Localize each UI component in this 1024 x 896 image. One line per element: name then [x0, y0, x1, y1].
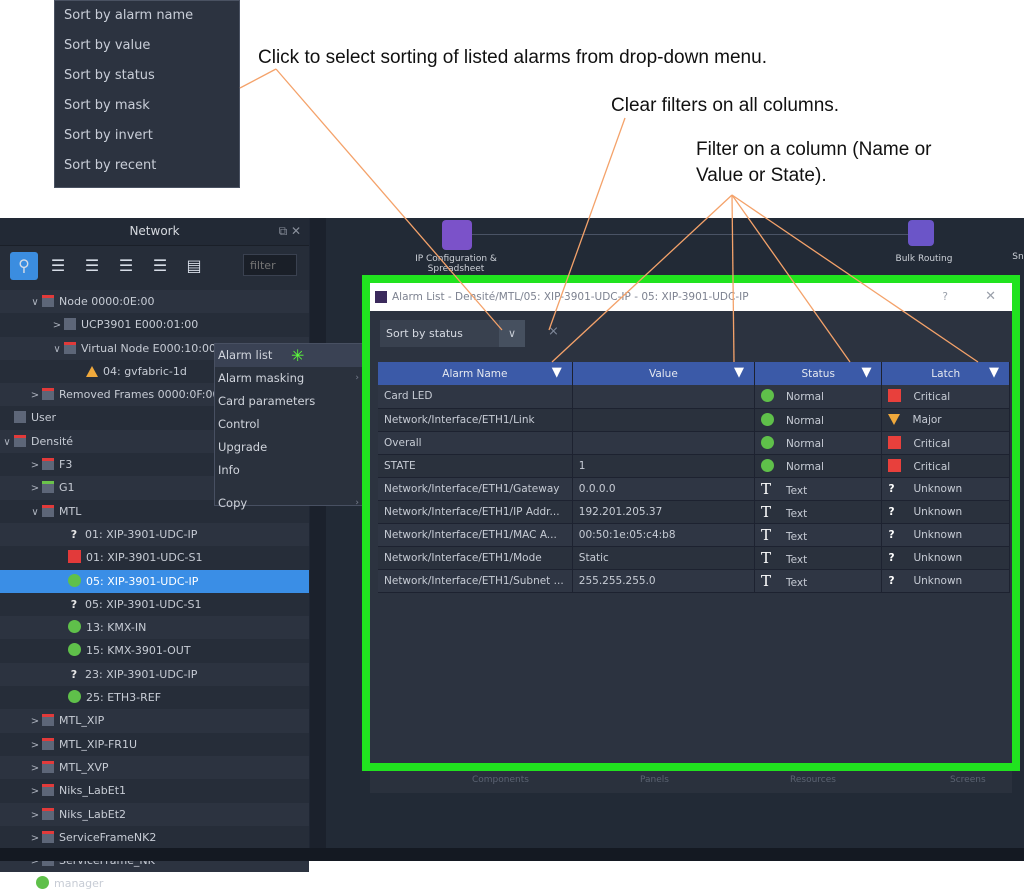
ok-icon	[36, 876, 49, 890]
callout-leader-lines	[239, 68, 979, 363]
tree-row[interactable]: manager	[0, 872, 309, 895]
